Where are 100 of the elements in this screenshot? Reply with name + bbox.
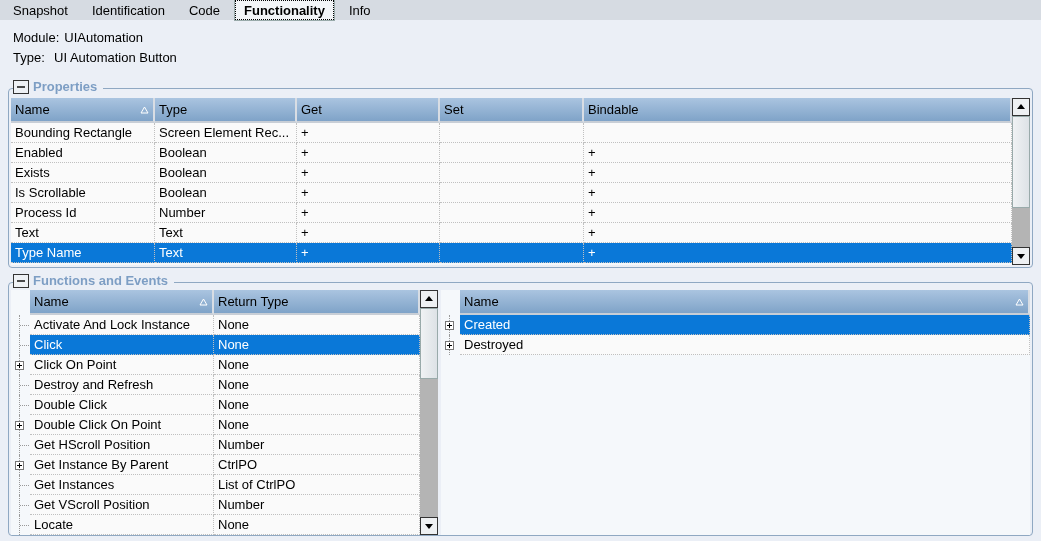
return-type: CtrlPO [218,457,257,472]
table-cell: Type Name [15,245,82,260]
function-name: Get Instance By Parent [34,457,169,472]
module-label: Module: [13,29,60,45]
tree-row[interactable]: Get Instance By Parent CtrlPO [30,455,420,475]
function-name: Get HScroll Position [34,437,151,452]
table-cell: Process Id [15,205,77,220]
return-type: Number [218,497,265,512]
tree-row[interactable]: Click On Point None [30,355,420,375]
return-type: None [218,397,250,412]
table-cell: Enabled [15,145,63,160]
function-name: Get VScroll Position [34,497,150,512]
table-cell: Exists [15,165,50,180]
table-cell: Boolean [159,185,207,200]
table-row[interactable]: Process Id Number + + [11,203,1012,223]
tree-row[interactable]: Locate None [30,515,420,535]
table-cell: Boolean [159,165,207,180]
table-cell: + [301,245,309,260]
table-cell: + [588,185,596,200]
function-name: Click [34,337,63,352]
table-cell: + [301,145,309,160]
tree-row[interactable]: Activate And Lock Instance None [30,315,420,335]
function-name: Get Instances [34,477,115,492]
table-row[interactable]: Enabled Boolean + + [11,143,1012,163]
return-type: None [218,337,250,352]
tree-row[interactable]: Destroy and Refresh None [30,375,420,395]
column-header[interactable]: Set [440,98,584,123]
function-name: Double Click On Point [34,417,162,432]
column-header[interactable]: Name [30,290,214,315]
sort-icon [199,297,208,306]
column-header[interactable]: Return Type [214,290,420,315]
expand-icon[interactable] [15,420,24,430]
column-header[interactable]: Bindable [584,98,1012,123]
scroll-down-icon[interactable] [1012,247,1030,265]
sort-icon [1015,297,1024,306]
group-title: Properties [33,79,98,94]
table-cell: Bounding Rectangle [15,125,133,140]
expand-icon[interactable] [445,320,454,330]
table-cell: + [588,245,596,260]
table-row[interactable]: Bounding Rectangle Screen Element Rec... + [11,123,1012,143]
table-row[interactable]: Type Name Text + + [11,243,1012,263]
tab[interactable]: Functionality [235,0,334,20]
module-value: UIAutomation [64,29,143,45]
table-cell: + [301,185,309,200]
tree-row[interactable]: Double Click None [30,395,420,415]
scroll-down-icon[interactable] [420,517,438,535]
table-cell: Boolean [159,145,207,160]
table-cell: + [301,205,309,220]
table-cell: Text [159,245,183,260]
column-header[interactable]: Type [155,98,297,123]
scroll-up-icon[interactable] [1012,98,1030,116]
sort-icon [140,105,149,114]
return-type: None [218,417,250,432]
return-type: None [218,377,250,392]
table-cell: + [588,225,596,240]
table-cell: + [588,205,596,220]
table-cell: Is Scrollable [15,185,86,200]
scrollbar[interactable] [420,290,438,535]
table-row[interactable]: Exists Boolean + + [11,163,1012,183]
tree-row[interactable]: Created [460,315,1030,335]
tab[interactable]: Identification [82,0,174,20]
table-cell: Screen Element Rec... [159,125,290,140]
tab[interactable]: Snapshot [4,0,77,20]
tree-row[interactable]: Get HScroll Position Number [30,435,420,455]
tree-row[interactable]: Destroyed [460,335,1030,355]
scroll-up-icon[interactable] [420,290,438,308]
table-cell: + [301,225,309,240]
tab[interactable]: Code [179,0,229,20]
return-type: List of CtrlPO [218,477,296,492]
table-row[interactable]: Is Scrollable Boolean + + [11,183,1012,203]
expand-icon[interactable] [15,360,24,370]
return-type: None [218,317,250,332]
column-header[interactable]: Name [460,290,1030,315]
collapse-icon[interactable] [13,273,29,288]
table-cell: Text [15,225,39,240]
return-type: None [218,357,250,372]
table-cell: + [588,165,596,180]
expand-icon[interactable] [445,340,454,350]
table-cell: + [301,165,309,180]
column-header[interactable]: Get [297,98,440,123]
table-row[interactable]: Text Text + + [11,223,1012,243]
function-name: Double Click [34,397,107,412]
tree-row[interactable]: Click None [30,335,420,355]
scrollbar[interactable] [1012,98,1030,265]
tree-row[interactable]: Get Instances List of CtrlPO [30,475,420,495]
function-name: Destroy and Refresh [34,377,154,392]
tab[interactable]: Info [339,0,380,20]
expand-icon[interactable] [15,460,24,470]
table-cell: Text [159,225,183,240]
group-title: Functions and Events [33,273,169,288]
tree-row[interactable]: Double Click On Point None [30,415,420,435]
type-label: Type: [13,49,46,65]
type-value: UI Automation Button [54,49,177,65]
column-header[interactable]: Name [11,98,155,123]
return-type: Number [218,437,265,452]
collapse-icon[interactable] [13,79,29,94]
return-type: None [218,517,250,532]
tree-row[interactable]: Get VScroll Position Number [30,495,420,515]
function-name: Click On Point [34,357,117,372]
function-name: Activate And Lock Instance [34,317,191,332]
